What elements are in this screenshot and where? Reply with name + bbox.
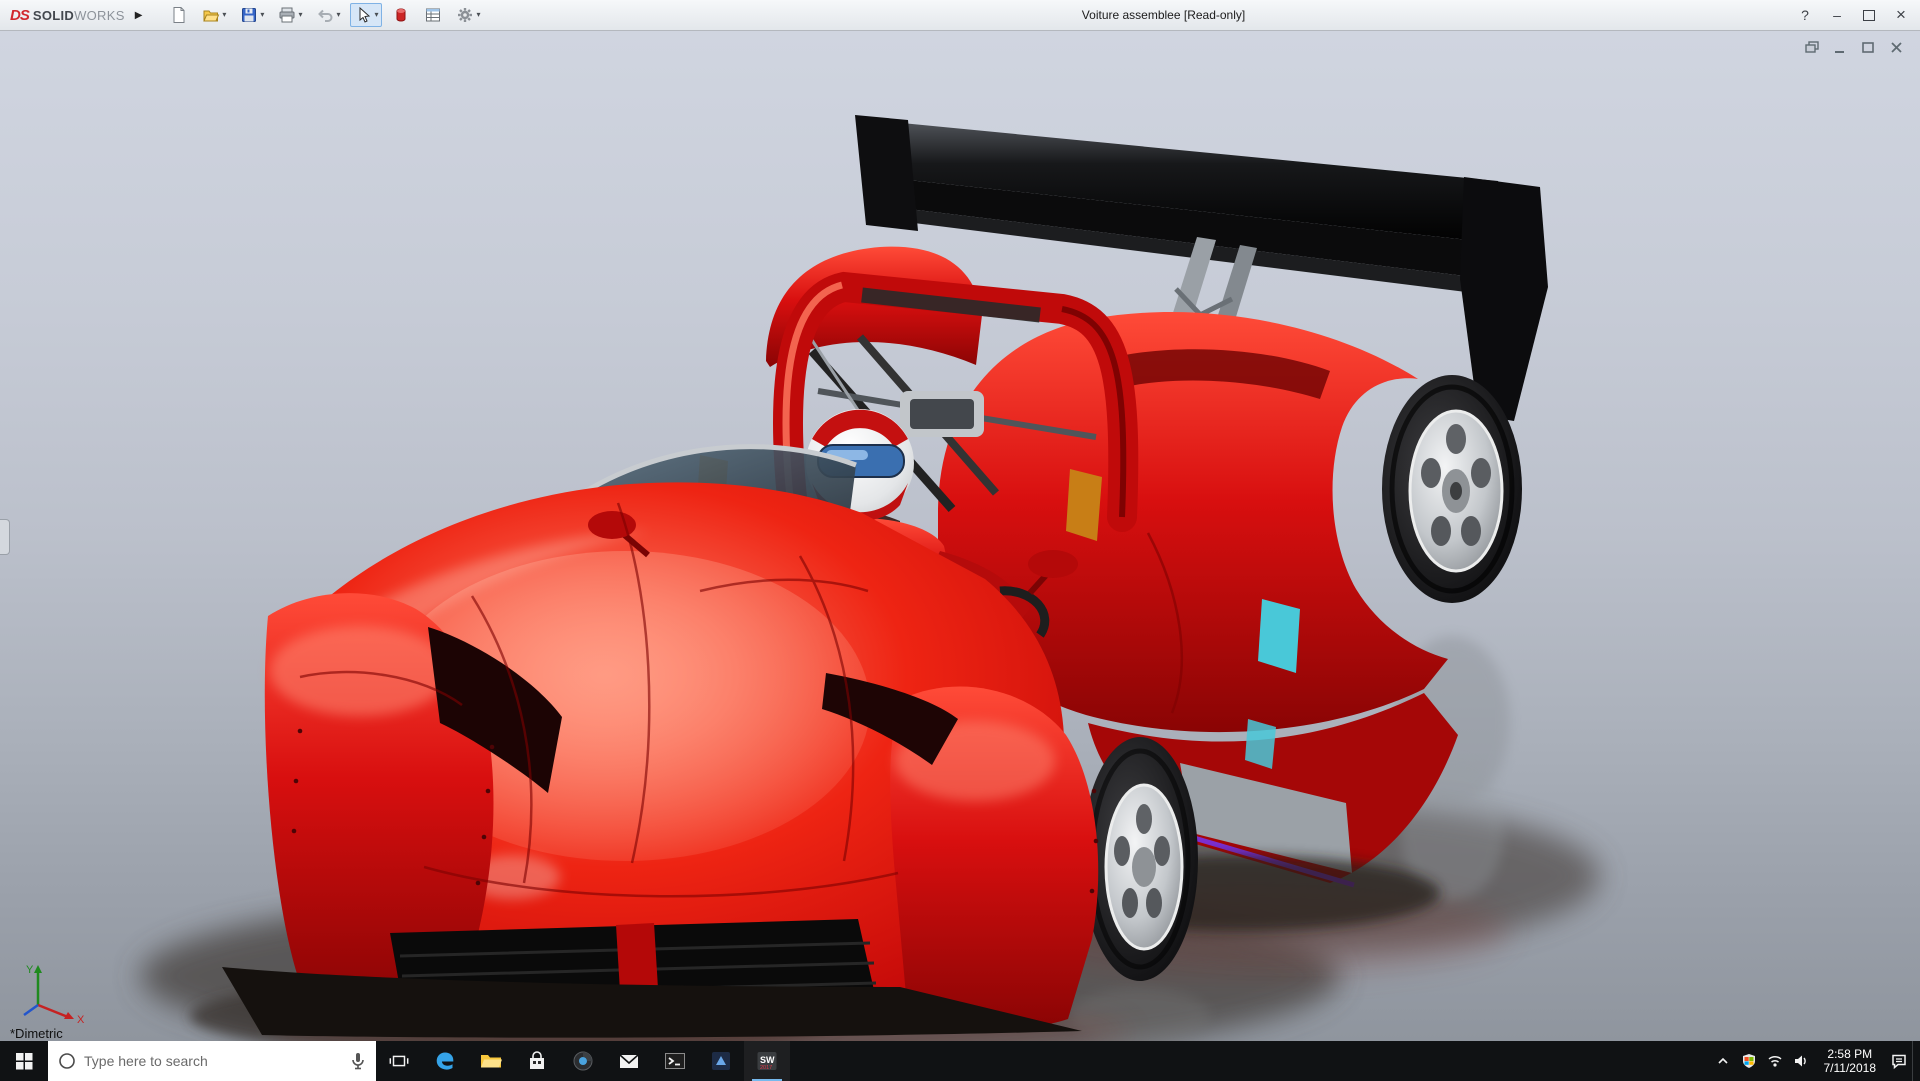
restore-icon — [1861, 41, 1876, 54]
taskbar-app-solidworks[interactable]: SW 2017 — [744, 1041, 790, 1081]
minimize-button[interactable]: – — [1822, 3, 1852, 27]
hidden-icons-chevron[interactable] — [1710, 1041, 1736, 1081]
new-document-icon — [170, 6, 188, 24]
mail-icon — [617, 1049, 641, 1073]
dropdown-caret-icon[interactable]: ▾ — [374, 11, 378, 19]
search-input[interactable] — [76, 1052, 340, 1070]
doc-new-window-button[interactable] — [1802, 39, 1822, 56]
appearance-button[interactable] — [388, 3, 414, 27]
car-3d-model[interactable] — [0, 31, 1920, 1041]
sheet-icon — [424, 6, 442, 24]
titlebar: DS SOLIDWORKS ▶ ▾ ▾ ▾ ▾ ▾ — [0, 0, 1920, 31]
print-icon — [278, 6, 296, 24]
maximize-button[interactable] — [1854, 3, 1884, 27]
logo-solid: SOLID — [33, 8, 74, 23]
open-button[interactable]: ▾ — [198, 3, 230, 27]
open-folder-icon — [202, 6, 220, 24]
solidworks-app-label: SW — [760, 1055, 775, 1065]
file-explorer-icon — [479, 1049, 503, 1073]
gear-icon — [456, 6, 474, 24]
edge-icon — [433, 1049, 457, 1073]
show-desktop-button[interactable] — [1912, 1041, 1920, 1081]
dark-app-icon — [709, 1049, 733, 1073]
appearance-cylinder-icon — [392, 6, 410, 24]
taskbar-app-edge[interactable] — [422, 1041, 468, 1081]
cascade-icon — [1805, 41, 1820, 54]
taskbar-clock[interactable]: 2:58 PM 7/11/2018 — [1814, 1047, 1887, 1075]
security-shield-icon[interactable] — [1736, 1041, 1762, 1081]
start-button[interactable] — [0, 1041, 48, 1081]
print-button[interactable]: ▾ — [274, 3, 306, 27]
solidworks-app-year: 2017 — [760, 1065, 772, 1071]
help-button[interactable]: ? — [1790, 3, 1820, 27]
ds-logo-icon: DS — [10, 7, 29, 24]
document-window-controls — [1802, 39, 1906, 56]
save-icon — [240, 6, 258, 24]
task-view-button[interactable] — [376, 1041, 422, 1081]
triad-x-label: X — [77, 1014, 85, 1025]
rear-wheel — [1382, 375, 1522, 603]
taskbar-app-terminal[interactable] — [652, 1041, 698, 1081]
doc-restore-button[interactable] — [1858, 39, 1878, 56]
select-tool-button[interactable]: ▾ — [350, 3, 382, 27]
volume-icon[interactable] — [1788, 1041, 1814, 1081]
orientation-triad: Y X — [14, 959, 92, 1025]
store-icon — [525, 1049, 549, 1073]
taskbar-app-store[interactable] — [514, 1041, 560, 1081]
network-icon[interactable] — [1762, 1041, 1788, 1081]
action-center-button[interactable] — [1886, 1041, 1912, 1081]
window-controls: ? – × — [1790, 0, 1916, 30]
options-button[interactable]: ▾ — [452, 3, 484, 27]
menu-flyout-arrow-icon[interactable]: ▶ — [131, 10, 153, 21]
terminal-icon — [663, 1049, 687, 1073]
taskbar: SW 2017 2:58 PM 7/11/2018 — [0, 1041, 1920, 1081]
clock-time: 2:58 PM — [1824, 1047, 1877, 1061]
system-tray: 2:58 PM 7/11/2018 — [1710, 1041, 1920, 1081]
dropdown-caret-icon[interactable]: ▾ — [298, 11, 302, 19]
solidworks-app-icon: SW 2017 — [755, 1049, 779, 1073]
dropdown-caret-icon[interactable]: ▾ — [260, 11, 264, 19]
taskbar-app-file-explorer[interactable] — [468, 1041, 514, 1081]
quick-toolbar: ▾ ▾ ▾ ▾ ▾ ▾ — [166, 3, 484, 27]
cortana-icon — [48, 1052, 76, 1070]
feature-panel-handle[interactable] — [0, 519, 10, 555]
browser-icon — [571, 1049, 595, 1073]
task-view-icon — [388, 1050, 410, 1072]
minimize-icon — [1833, 41, 1848, 54]
triad-y-label: Y — [26, 964, 34, 976]
taskbar-search[interactable] — [48, 1041, 376, 1081]
evaluate-button[interactable] — [420, 3, 446, 27]
view-orientation-label: *Dimetric — [10, 1026, 63, 1041]
close-button[interactable]: × — [1886, 3, 1916, 27]
clock-date: 7/11/2018 — [1824, 1061, 1877, 1075]
doc-minimize-button[interactable] — [1830, 39, 1850, 56]
save-button[interactable]: ▾ — [236, 3, 268, 27]
close-icon — [1889, 41, 1904, 54]
front-wheel — [1082, 737, 1198, 981]
taskbar-app-mail[interactable] — [606, 1041, 652, 1081]
window-title: Voiture assemblee [Read-only] — [1082, 0, 1245, 30]
new-document-button[interactable] — [166, 3, 192, 27]
graphics-viewport[interactable]: Y X *Dimetric — [0, 31, 1920, 1041]
taskbar-app-dark-app[interactable] — [698, 1041, 744, 1081]
undo-icon — [316, 6, 334, 24]
taskbar-app-browser[interactable] — [560, 1041, 606, 1081]
doc-close-button[interactable] — [1886, 39, 1906, 56]
dropdown-caret-icon[interactable]: ▾ — [476, 11, 480, 19]
select-cursor-icon — [354, 6, 372, 24]
dropdown-caret-icon[interactable]: ▾ — [222, 11, 226, 19]
microphone-icon[interactable] — [340, 1052, 376, 1070]
windows-logo-icon — [16, 1053, 33, 1070]
maximize-icon — [1863, 10, 1875, 21]
undo-button[interactable]: ▾ — [312, 3, 344, 27]
dropdown-caret-icon[interactable]: ▾ — [336, 11, 340, 19]
logo-works: WORKS — [74, 8, 125, 23]
solidworks-logo: DS SOLIDWORKS — [0, 7, 131, 24]
